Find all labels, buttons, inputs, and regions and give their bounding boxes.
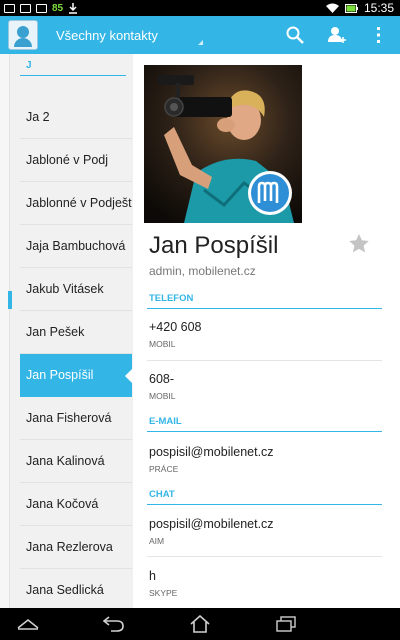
navigation-bar: [0, 608, 400, 640]
picture-icon: [36, 3, 47, 13]
view-selector[interactable]: Všechny kontakty: [56, 26, 203, 45]
battery-icon: [344, 3, 358, 13]
contact-list-item[interactable]: Jan Pešek: [20, 311, 132, 354]
contacts-screen: 85 15:35 Všechny kontakty J Ja 2 Jabloné…: [0, 0, 400, 640]
contact-organization: admin, mobilenet.cz: [149, 264, 256, 278]
section-title-phone: TELEFON: [147, 290, 382, 309]
view-selector-label: Všechny kontakty: [56, 27, 158, 43]
email-entry[interactable]: pospisil@mobilenet.cz PRÁCE: [147, 445, 382, 479]
contact-list-item-selected[interactable]: Jan Pospíšil: [20, 354, 132, 397]
contact-name: Jan Pospíšil: [149, 232, 279, 259]
contact-list-item[interactable]: Ja 2: [20, 96, 132, 139]
contact-list-item[interactable]: Jakub Vitásek: [20, 268, 132, 311]
recent-apps-icon: [276, 616, 296, 632]
phone-entry[interactable]: +420 608 MOBIL: [147, 320, 382, 361]
phone-number: +420 608: [149, 320, 202, 334]
section-title-chat: CHAT: [147, 486, 382, 505]
contact-list-item[interactable]: Jana Fisherová: [20, 397, 132, 440]
overflow-menu-button[interactable]: [358, 16, 400, 54]
fast-scroll-track[interactable]: [0, 54, 10, 608]
status-bar: 85 15:35: [0, 0, 400, 16]
download-icon: [69, 2, 78, 14]
action-bar: Všechny kontakty: [0, 16, 400, 54]
notification-icon: [4, 3, 15, 13]
contact-list-item[interactable]: Jana Kalinová: [20, 440, 132, 483]
wifi-icon: [325, 3, 339, 13]
contact-photo-image: [144, 65, 302, 223]
search-button[interactable]: [274, 16, 316, 54]
back-button[interactable]: [94, 608, 134, 640]
add-contact-button[interactable]: [316, 16, 358, 54]
favorite-star-button[interactable]: [349, 234, 369, 258]
chevron-up-icon: [17, 618, 39, 630]
email-address: pospisil@mobilenet.cz: [149, 445, 274, 459]
add-contact-icon: [328, 27, 346, 43]
chat-service: AIM: [149, 536, 165, 546]
chat-handle: h: [149, 569, 156, 583]
clock: 15:35: [363, 1, 394, 15]
home-button[interactable]: [180, 608, 220, 640]
email-type: PRÁCE: [149, 464, 179, 474]
search-icon: [286, 26, 304, 44]
contact-list-item[interactable]: Jana Kočová: [20, 483, 132, 526]
phone-type: MOBIL: [149, 391, 176, 401]
back-icon: [103, 616, 124, 632]
battery-level: 85: [52, 2, 64, 14]
selection-pointer: [125, 367, 134, 385]
contact-list-item[interactable]: Jana Sedlická: [20, 569, 132, 612]
contact-detail-pane: Jan Pospíšil admin, mobilenet.cz TELEFON…: [133, 54, 400, 608]
dropdown-triangle-icon: [197, 39, 203, 45]
contacts-app-icon[interactable]: [8, 20, 38, 50]
home-icon: [190, 615, 210, 633]
chat-service: SKYPE: [149, 588, 178, 598]
star-icon: [349, 234, 369, 253]
contact-list-item[interactable]: Jabloné v Podj: [20, 139, 132, 182]
section-title-email: E-MAIL: [147, 413, 382, 432]
chat-entry[interactable]: pospisil@mobilenet.cz AIM: [147, 517, 382, 557]
photo-icon: [20, 3, 31, 13]
recent-apps-button[interactable]: [266, 608, 306, 640]
phone-type: MOBIL: [149, 339, 176, 349]
overflow-menu-icon: [377, 27, 380, 43]
contact-photo[interactable]: [144, 65, 302, 223]
chat-entry[interactable]: h SKYPE: [147, 569, 382, 605]
hide-nav-button[interactable]: [8, 608, 48, 640]
contact-list-item[interactable]: Jana Rezlerova: [20, 526, 132, 569]
phone-number: 608-: [149, 372, 175, 386]
phone-entry[interactable]: 608- MOBIL: [147, 372, 382, 409]
contact-list-item[interactable]: Jablonné v Podještědí: [20, 182, 132, 225]
scroll-thumb[interactable]: [8, 291, 12, 309]
list-section-header: J: [20, 58, 126, 76]
chat-handle: pospisil@mobilenet.cz: [149, 517, 274, 531]
contact-list-item[interactable]: Jaja Bambuchová: [20, 225, 132, 268]
